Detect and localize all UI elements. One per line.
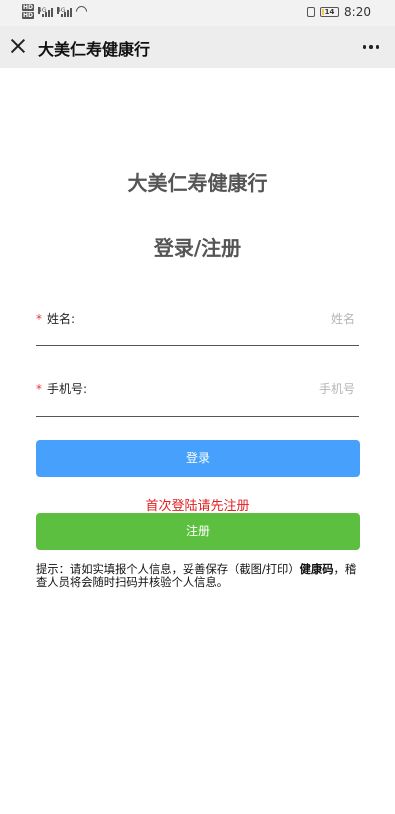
status-left-indicators: HD HD 4G 4G [22,3,90,20]
hd-badge: HD [22,4,35,11]
more-options-icon[interactable] [362,45,379,49]
required-mark: * [36,382,42,396]
phone-field: * 手机号: [36,376,359,417]
hotspot-icon [73,3,90,20]
notice-highlight: 健康码 [299,563,334,576]
status-right-indicators: 14 8:20 [307,5,371,19]
phone-input[interactable] [175,382,355,396]
signal-icon: 4G [57,6,73,17]
status-bar: HD HD 4G 4G 14 8:20 [0,0,395,26]
hd-badge: HD [22,12,35,19]
name-label: * 姓名: [36,310,75,327]
battery-percent: 14 [324,8,335,16]
app-title: 大美仁寿健康行 [127,171,268,195]
name-input[interactable] [175,312,355,326]
name-field: * 姓名: [36,306,359,346]
hd-badges: HD HD [22,4,35,19]
notice-text: 提示：请如实填报个人信息，妥善保存（截图/打印）健康码，稽查人员将会随时扫码并核… [36,563,362,589]
nav-title: 大美仁寿健康行 [38,40,151,59]
phone-label: * 手机号: [36,380,87,397]
required-mark: * [36,312,42,326]
status-time: 8:20 [344,5,371,19]
name-label-text: 姓名: [47,312,76,326]
nav-bar: 大美仁寿健康行 [0,26,395,68]
signal-label: 4G [38,6,47,14]
close-icon[interactable] [10,38,26,54]
page-subtitle: 登录/注册 [153,236,242,260]
vibrate-icon [307,7,316,17]
signal-icon: 4G [38,6,54,17]
battery-icon: 14 [320,7,340,17]
phone-label-text: 手机号: [47,382,88,396]
signal-label: 4G [57,6,66,14]
first-login-hint: 首次登陆请先注册 [145,499,250,514]
login-button[interactable]: 登录 [36,440,360,477]
register-button[interactable]: 注册 [36,513,360,550]
notice-prefix: 提示：请如实填报个人信息，妥善保存（截图/打印） [36,563,300,576]
